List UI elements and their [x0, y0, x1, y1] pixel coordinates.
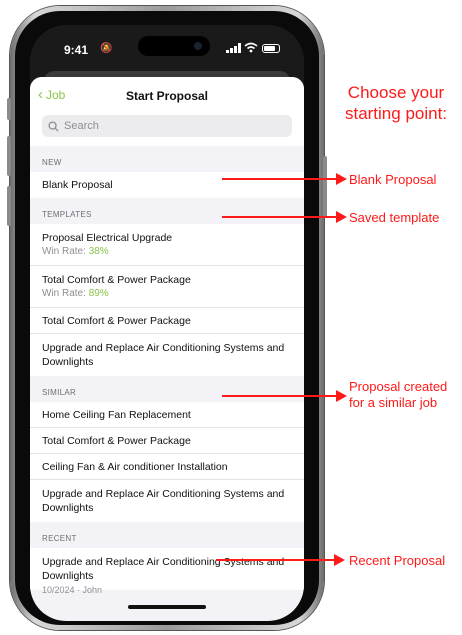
search-input[interactable]: [64, 120, 264, 132]
callout-blank-proposal: Blank Proposal: [349, 172, 437, 187]
arrow-blank: [222, 173, 347, 185]
search-bar[interactable]: [42, 115, 292, 137]
list-item-label: Total Comfort & Power Package: [42, 434, 191, 447]
volume-down-button: [7, 186, 11, 226]
power-button: [323, 156, 327, 218]
list-item-label: Upgrade and Replace Air Conditioning Sys…: [42, 342, 285, 368]
win-rate-label: Win Rate:: [42, 288, 86, 299]
volume-up-button: [7, 136, 11, 176]
similar-item[interactable]: Total Comfort & Power Package: [30, 428, 304, 454]
search-icon: [48, 120, 59, 132]
list-item-label: Upgrade and Replace Air Conditioning Sys…: [42, 488, 285, 514]
template-item[interactable]: Proposal Electrical Upgrade Win Rate: 38…: [30, 224, 304, 266]
search-container: [30, 115, 304, 146]
win-rate-value: 38%: [88, 246, 109, 257]
win-rate: Win Rate: 38%: [42, 245, 292, 259]
list-item-label: Total Comfort & Power Package: [42, 274, 191, 286]
callout-similar-job: Proposal created for a similar job: [349, 379, 448, 410]
win-rate: Win Rate: 89%: [42, 287, 292, 301]
recent-item[interactable]: Upgrade and Replace Air Conditioning Sys…: [30, 548, 304, 595]
callout-saved-template: Saved template: [349, 210, 440, 225]
template-item[interactable]: Total Comfort & Power Package Win Rate: …: [30, 266, 304, 308]
similar-item[interactable]: Upgrade and Replace Air Conditioning Sys…: [30, 480, 304, 522]
camera-icon: [194, 42, 202, 50]
similar-item[interactable]: Ceiling Fan & Air conditioner Installati…: [30, 454, 304, 480]
win-rate-label: Win Rate:: [42, 246, 86, 257]
list-item-label: Proposal Electrical Upgrade: [42, 232, 173, 244]
navigation-bar: ‹ Job Start Proposal: [30, 77, 304, 115]
action-button: [7, 98, 11, 120]
list-item-label: Blank Proposal: [42, 179, 113, 191]
list-item-label: Home Ceiling Fan Replacement: [42, 408, 191, 421]
arrow-recent: [216, 554, 345, 566]
dynamic-island: [138, 36, 210, 56]
section-header-similar: SIMILAR: [30, 376, 304, 402]
phone-screen: 9:41 🔕 ‹ Job Start Proposal Search NEW B…: [30, 25, 304, 621]
callout-recent-proposal: Recent Proposal: [349, 553, 446, 568]
status-time: 9:41: [64, 43, 89, 57]
template-item[interactable]: Total Comfort & Power Package: [30, 308, 304, 334]
arrow-similar: [222, 390, 347, 402]
template-item[interactable]: Upgrade and Replace Air Conditioning Sys…: [30, 334, 304, 376]
section-header-templates: TEMPLATES: [30, 198, 304, 224]
section-header-new: NEW: [30, 146, 304, 172]
list-item-label: Ceiling Fan & Air conditioner Installati…: [42, 460, 228, 473]
similar-item[interactable]: Home Ceiling Fan Replacement: [30, 402, 304, 428]
arrow-template: [222, 211, 347, 223]
wifi-icon: [244, 42, 258, 53]
list-item-meta: 10/2024 · John: [42, 585, 103, 595]
status-bar: 9:41 🔕: [30, 25, 304, 67]
bell-slash-icon: 🔕: [100, 43, 113, 54]
cellular-signal-icon: [226, 43, 241, 53]
page-title: Start Proposal: [125, 89, 209, 103]
annotation-headline: Choose your starting point:: [344, 83, 448, 123]
section-header-recent: RECENT: [30, 522, 304, 548]
home-indicator: [128, 605, 206, 609]
list-item-label: Total Comfort & Power Package: [42, 314, 191, 327]
list-item-blank-proposal[interactable]: Blank Proposal: [30, 172, 304, 198]
win-rate-value: 89%: [88, 288, 109, 299]
battery-icon: [262, 44, 280, 53]
start-proposal-sheet: ‹ Job Start Proposal NEW Blank Proposal …: [30, 77, 304, 621]
